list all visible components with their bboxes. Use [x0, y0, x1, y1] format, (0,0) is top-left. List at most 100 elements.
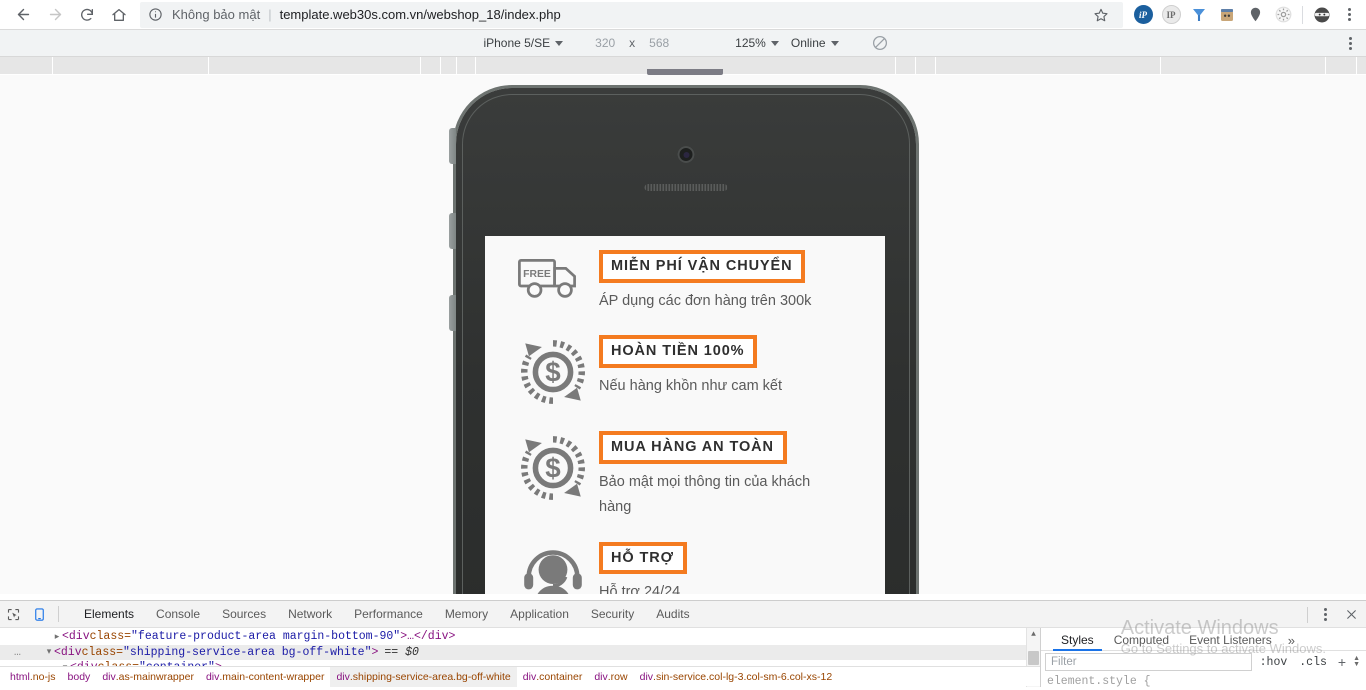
dom-tag: <div — [54, 646, 82, 659]
svg-text:$: $ — [545, 357, 561, 388]
zoom-value: 125% — [735, 36, 766, 50]
dom-attr-value: "feature-product-area margin-bottom-90" — [131, 630, 400, 643]
home-icon[interactable] — [104, 0, 134, 30]
device-name: iPhone 5/SE — [483, 36, 550, 50]
element-style-rule[interactable]: element.style { — [1041, 673, 1366, 690]
viewport-width-input[interactable]: 320 — [587, 36, 623, 50]
cls-toggle-button[interactable]: .cls — [1295, 656, 1331, 669]
dom-breadcrumb: html.no-js body div.as-mainwrapper div.m… — [0, 666, 1040, 686]
devtools-tabs: Elements Console Sources Network Perform… — [73, 601, 701, 628]
security-separator: | — [268, 7, 271, 22]
map-pin-icon[interactable] — [1241, 0, 1269, 30]
feature-title: MUA HÀNG AN TOÀN — [599, 431, 787, 464]
inspect-element-icon[interactable] — [0, 601, 26, 627]
tab-console[interactable]: Console — [145, 601, 211, 628]
viewport-ruler — [0, 57, 1366, 75]
bookmark-star-icon[interactable] — [1087, 0, 1115, 30]
dom-node-row[interactable]: ▸ <div class= "feature-product-area marg… — [0, 629, 1040, 645]
breadcrumb-item-selected[interactable]: div.shipping-service-area.bg-off-white — [330, 667, 516, 687]
collapse-triangle-icon[interactable]: ▾ — [44, 647, 54, 657]
chevron-down-icon — [555, 41, 563, 46]
breadcrumb-item[interactable]: div.row — [588, 667, 633, 687]
devtools-more-icon[interactable] — [1314, 601, 1336, 628]
hov-toggle-button[interactable]: :hov — [1256, 656, 1292, 669]
styles-scroll-spinner[interactable]: ▲▼ — [1353, 656, 1362, 669]
front-camera-icon — [678, 146, 695, 163]
dom-node-row-selected[interactable]: … ▾ <div class= "shipping-service-area b… — [0, 645, 1040, 661]
breadcrumb-item[interactable]: div.as-mainwrapper — [96, 667, 200, 687]
device-emulation-toolbar: iPhone 5/SE 320 x 568 125% Online — [0, 30, 1366, 57]
reload-icon[interactable] — [72, 0, 102, 30]
devtools-panel: Elements Console Sources Network Perform… — [0, 600, 1366, 686]
breadcrumb-item[interactable]: div.main-content-wrapper — [200, 667, 330, 687]
scrollbar-thumb[interactable] — [1028, 651, 1039, 665]
tab-network[interactable]: Network — [277, 601, 343, 628]
tab-application[interactable]: Application — [499, 601, 580, 628]
volume-down-button — [449, 295, 456, 331]
yandex-wallet-icon[interactable] — [1185, 0, 1213, 30]
dimension-separator: x — [623, 36, 641, 50]
support-headset-icon — [507, 540, 599, 594]
tab-event-listeners[interactable]: Event Listeners — [1179, 633, 1282, 650]
robot-box-icon[interactable] — [1213, 0, 1241, 30]
new-style-rule-button[interactable]: + — [1335, 654, 1349, 670]
toolbar-divider — [1302, 6, 1303, 24]
scroll-up-arrow-icon[interactable]: ▲ — [1031, 628, 1036, 642]
forward-arrow-icon[interactable] — [40, 0, 70, 30]
dom-attr-value: "shipping-service-area bg-off-white" — [123, 646, 371, 659]
feature-title: HOÀN TIỀN 100% — [599, 335, 757, 368]
styles-filter-input[interactable]: Filter — [1045, 653, 1252, 671]
breadcrumb-item[interactable]: div.sin-service.col-lg-3.col-sm-6.col-xs… — [634, 667, 839, 687]
tab-sources[interactable]: Sources — [211, 601, 277, 628]
tab-styles[interactable]: Styles — [1051, 633, 1104, 650]
ninja-icon[interactable] — [1308, 0, 1336, 30]
device-frame: FREE MIỄN PHÍ VẬN CHUYỂN ÁP dụng các đơn… — [456, 88, 916, 594]
breadcrumb-item[interactable]: html.no-js — [4, 667, 62, 687]
silent-switch-button — [449, 128, 456, 164]
device-selector[interactable]: iPhone 5/SE — [477, 36, 569, 50]
tab-performance[interactable]: Performance — [343, 601, 434, 628]
tab-computed[interactable]: Computed — [1104, 633, 1179, 650]
feature-title: HỖ TRỢ — [599, 542, 687, 575]
dom-node-badge[interactable]: … — [14, 646, 44, 659]
tab-memory[interactable]: Memory — [434, 601, 499, 628]
tab-audits[interactable]: Audits — [645, 601, 700, 628]
earpiece-speaker — [645, 184, 728, 191]
chrome-menu-icon[interactable] — [1336, 0, 1362, 30]
address-bar[interactable]: Không bảo mật | template.web30s.com.vn/w… — [140, 2, 1123, 28]
feature-title: MIỄN PHÍ VẬN CHUYỂN — [599, 250, 805, 283]
devtools-close-icon[interactable] — [1336, 601, 1366, 628]
money-back-dollar-icon: $ — [507, 333, 599, 409]
shipping-service-area: FREE MIỄN PHÍ VẬN CHUYỂN ÁP dụng các đơn… — [485, 236, 885, 594]
viewport-height-input[interactable]: 568 — [641, 36, 677, 50]
zoom-selector[interactable]: 125% — [729, 36, 785, 50]
styles-filter-row: Filter :hov .cls + ▲▼ — [1041, 651, 1366, 673]
ip-badge-icon[interactable]: iP — [1129, 0, 1157, 30]
svg-text:FREE: FREE — [523, 269, 551, 280]
dom-tag-close: > — [371, 646, 378, 659]
free-shipping-truck-icon: FREE — [507, 248, 599, 306]
device-screen[interactable]: FREE MIỄN PHÍ VẬN CHUYỂN ÁP dụng các đơn… — [485, 236, 885, 594]
tab-security[interactable]: Security — [580, 601, 645, 628]
toggle-device-toolbar-icon[interactable] — [26, 601, 52, 627]
dom-attr: class= — [90, 630, 131, 643]
gear-icon[interactable] — [1269, 0, 1297, 30]
expand-triangle-icon[interactable]: ▸ — [52, 632, 62, 642]
breadcrumb-item[interactable]: body — [62, 667, 97, 687]
ip-search-icon[interactable]: IP — [1157, 0, 1185, 30]
throttling-value: Online — [791, 36, 826, 50]
device-more-icon[interactable] — [1338, 30, 1362, 57]
feature-item: $ MUA HÀNG AN TOÀN Bảo mật mọi thông tin… — [507, 429, 863, 519]
site-info-icon[interactable] — [148, 7, 164, 23]
feature-description: ÁP dụng các đơn hàng trên 300k — [599, 289, 811, 314]
tab-elements[interactable]: Elements — [73, 601, 145, 628]
extension-icons: iP IP — [1129, 0, 1366, 30]
emulated-viewport-area: FREE MIỄN PHÍ VẬN CHUYỂN ÁP dụng các đơn… — [0, 75, 1366, 594]
money-back-dollar-icon: $ — [507, 429, 599, 505]
throttling-selector[interactable]: Online — [785, 36, 845, 50]
back-arrow-icon[interactable] — [8, 0, 38, 30]
styles-more-tabs-icon[interactable]: » — [1282, 633, 1301, 650]
rotate-icon[interactable] — [871, 34, 889, 52]
feature-description: Nếu hàng khồn như cam kết — [599, 374, 782, 399]
breadcrumb-item[interactable]: div.container — [517, 667, 589, 687]
